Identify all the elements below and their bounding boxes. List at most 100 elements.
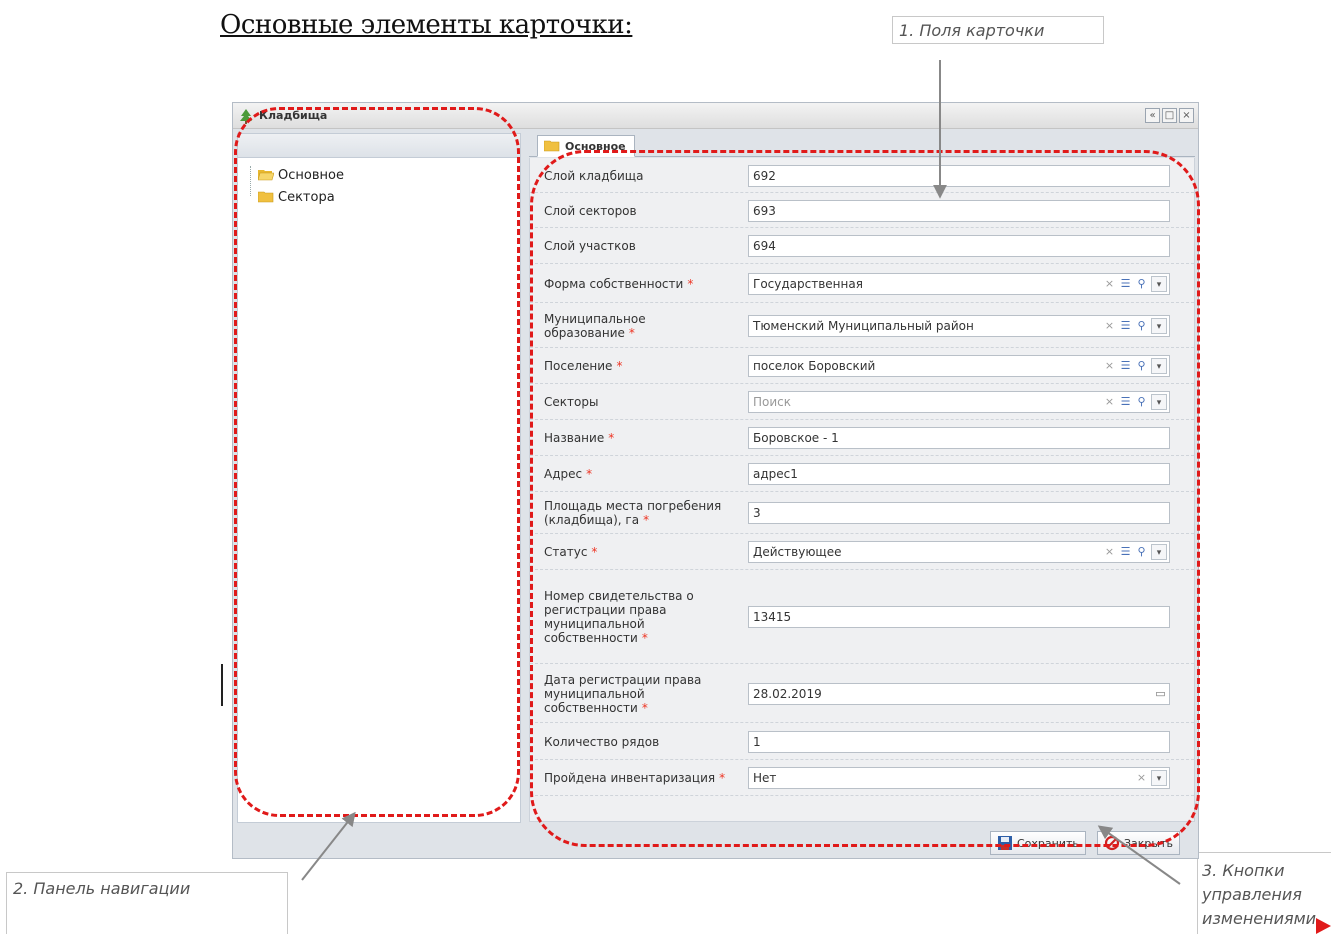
field-label-text: Слой секторов	[544, 203, 637, 218]
search-icon[interactable]: ⚲	[1135, 318, 1148, 334]
clear-icon[interactable]: ×	[1103, 276, 1116, 292]
list-icon[interactable]: ☰	[1119, 276, 1132, 292]
text-field[interactable]: 694	[748, 235, 1170, 257]
chevron-down-icon[interactable]: ▾	[1151, 394, 1167, 410]
required-marker: *	[641, 631, 648, 645]
window-title: Кладбища	[259, 109, 328, 122]
form-row: Форма собственности * Государственная × ☰ ⚲ ▾	[530, 264, 1194, 303]
close-label: Закрыть	[1124, 836, 1173, 850]
search-icon[interactable]: ⚲	[1135, 544, 1148, 560]
nav-item-sectors[interactable]: Сектора	[258, 186, 520, 208]
field-label: Название *	[544, 420, 730, 456]
required-marker: *	[628, 325, 635, 340]
list-icon[interactable]: ☰	[1119, 394, 1132, 410]
field-label: Дата регистрации права муниципальной соб…	[544, 664, 730, 723]
field-label: Статус *	[544, 534, 730, 570]
required-marker: *	[719, 771, 726, 785]
select-field[interactable]: Поиск × ☰ ⚲ ▾	[748, 391, 1170, 413]
search-icon[interactable]: ⚲	[1135, 394, 1148, 410]
window-titlebar: Кладбища « □ ×	[233, 103, 1198, 129]
form-row: Пройдена инвентаризация * Нет × ▾	[530, 760, 1194, 796]
select-field[interactable]: поселок Боровский × ☰ ⚲ ▾	[748, 355, 1170, 377]
date-field[interactable]: 28.02.2019 ▭	[748, 683, 1170, 705]
chevron-down-icon[interactable]: ▾	[1151, 318, 1167, 334]
collapse-icon[interactable]: «	[1145, 108, 1160, 123]
callout-fields: 1. Поля карточки	[892, 16, 1104, 44]
field-value: 694	[753, 239, 776, 253]
field-label-text: Номер свидетельства о регистрации права …	[544, 589, 694, 645]
page-heading: Основные элементы карточки:	[220, 10, 633, 40]
field-value: Государственная	[753, 277, 863, 291]
nav-item-label: Сектора	[278, 189, 335, 205]
text-field[interactable]: адрес1	[748, 463, 1170, 485]
clear-icon[interactable]: ×	[1103, 544, 1116, 560]
maximize-icon[interactable]: □	[1162, 108, 1177, 123]
field-value: 13415	[753, 610, 792, 624]
save-label: Сохранить	[1017, 836, 1079, 850]
folder-open-icon	[258, 170, 274, 181]
form-row: Секторы Поиск × ☰ ⚲ ▾	[530, 384, 1194, 420]
select-field[interactable]: Тюменский Муниципальный район × ☰ ⚲ ▾	[748, 315, 1170, 337]
clear-icon[interactable]: ×	[1103, 394, 1116, 410]
calendar-icon[interactable]: ▭	[1154, 686, 1167, 702]
field-value: поселок Боровский	[753, 359, 876, 373]
margin-mark	[221, 664, 223, 706]
close-icon[interactable]: ×	[1179, 108, 1194, 123]
form-row: Количество рядов 1	[530, 723, 1194, 760]
form-row: Название * Боровское - 1	[530, 420, 1194, 456]
chevron-down-icon[interactable]: ▾	[1151, 276, 1167, 292]
field-label-text: Поселение	[544, 359, 613, 373]
clear-icon[interactable]: ×	[1135, 770, 1148, 786]
field-label-text: Пройдена инвентаризация	[544, 771, 716, 785]
field-label-text: Статус	[544, 545, 588, 559]
form-row: Поселение * поселок Боровский × ☰ ⚲ ▾	[530, 348, 1194, 384]
field-label-text: Количество рядов	[544, 734, 660, 749]
select-field[interactable]: Действующее × ☰ ⚲ ▾	[748, 541, 1170, 563]
field-label: Номер свидетельства о регистрации права …	[544, 570, 730, 664]
required-marker: *	[641, 700, 648, 715]
field-value: Нет	[753, 771, 777, 785]
tree-connector	[250, 166, 251, 196]
tab-main[interactable]: Основное	[537, 135, 635, 157]
list-icon[interactable]: ☰	[1119, 358, 1132, 374]
list-icon[interactable]: ☰	[1119, 544, 1132, 560]
tab-label: Основное	[565, 139, 626, 153]
text-field[interactable]: Боровское - 1	[748, 427, 1170, 449]
text-field[interactable]: 13415	[748, 606, 1170, 628]
search-icon[interactable]: ⚲	[1135, 358, 1148, 374]
field-label-text: Название	[544, 431, 605, 445]
chevron-down-icon[interactable]: ▾	[1151, 544, 1167, 560]
field-label: Слой секторов	[544, 193, 730, 228]
clear-icon[interactable]: ×	[1103, 358, 1116, 374]
nav-item-main[interactable]: Основное	[258, 164, 520, 186]
close-button[interactable]: Закрыть	[1097, 831, 1180, 855]
text-field[interactable]: 3	[748, 502, 1170, 524]
chevron-down-icon[interactable]: ▾	[1151, 358, 1167, 374]
save-button[interactable]: Сохранить	[990, 831, 1086, 855]
field-label-text: Форма собственности	[544, 276, 684, 291]
field-label: Площадь места погребения (кладбища), га *	[544, 492, 730, 534]
list-icon[interactable]: ☰	[1119, 318, 1132, 334]
field-value: адрес1	[753, 467, 798, 481]
required-marker: *	[643, 513, 650, 527]
text-field[interactable]: 692	[748, 165, 1170, 187]
field-label: Слой кладбища	[544, 158, 730, 193]
search-icon[interactable]: ⚲	[1135, 276, 1148, 292]
tab-strip: Основное	[529, 133, 1195, 157]
field-label: Форма собственности *	[544, 264, 730, 303]
required-marker: *	[586, 467, 593, 481]
text-field[interactable]: 1	[748, 731, 1170, 753]
nav-header	[238, 134, 520, 158]
text-field[interactable]: 693	[748, 200, 1170, 222]
select-field[interactable]: Нет × ▾	[748, 767, 1170, 789]
chevron-down-icon[interactable]: ▾	[1151, 770, 1167, 786]
nav-tree: Основное Сектора	[238, 158, 520, 208]
select-field[interactable]: Государственная × ☰ ⚲ ▾	[748, 273, 1170, 295]
form-row: Адрес * адрес1	[530, 456, 1194, 492]
required-marker: *	[687, 276, 694, 291]
clear-icon[interactable]: ×	[1103, 318, 1116, 334]
field-label: Поселение *	[544, 348, 730, 384]
form-row: Статус * Действующее × ☰ ⚲ ▾	[530, 534, 1194, 570]
field-label: Муниципальное образование *	[544, 303, 730, 348]
form-row: Номер свидетельства о регистрации права …	[530, 570, 1194, 664]
